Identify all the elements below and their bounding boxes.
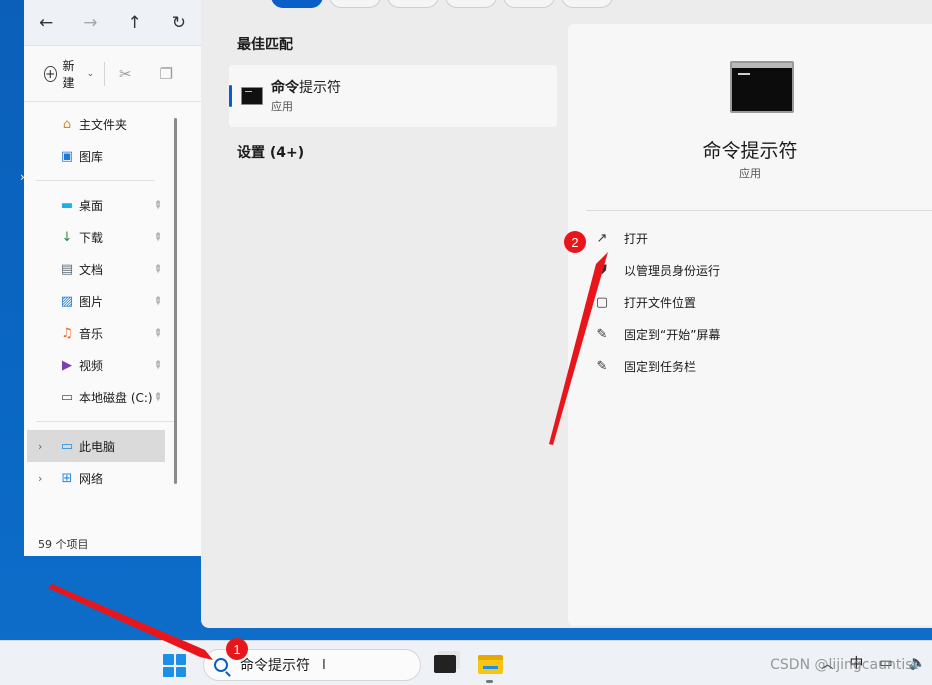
back-arrow-icon[interactable]: ← (24, 0, 68, 46)
action-item[interactable]: ⛊ 以管理员身份运行 (592, 254, 720, 286)
detail-app-type: 应用 (739, 167, 761, 180)
home-icon: ⌂ (62, 116, 72, 132)
result-name: 命令提示符 (271, 80, 341, 96)
windows-start-icon[interactable] (163, 654, 186, 677)
app-detail-pane: 命令提示符 应用 ↗ 打开 ⛊ 以管理员身份运行 ▢ 打开文件位置 ✎ 固定到“开始”屏幕 ✎ 固… (568, 24, 932, 626)
forward-arrow-icon[interactable]: → (68, 0, 112, 46)
action-item[interactable]: ✎ 固定到“开始”屏幕 (592, 318, 721, 350)
video-icon: ▶ (62, 357, 72, 373)
command-prompt-icon (241, 87, 263, 105)
settings-heading[interactable]: 设置 (4+) (237, 142, 304, 162)
annotation-badge-2: 2 (564, 231, 586, 253)
plus-icon: + (44, 65, 57, 82)
pictures-icon: ▨ (60, 293, 74, 309)
pin-icon: ✎ (149, 294, 164, 308)
action-item[interactable]: ↗ 打开 (592, 222, 720, 254)
filter-tab[interactable] (329, 0, 381, 8)
filter-tab-all[interactable] (271, 0, 323, 8)
nav-item-label: 下载 (79, 230, 104, 245)
search-flyout: 最佳匹配 命令提示符 应用 设置 (4+) 命令提示符 应用 ↗ 打开 ⛊ 以管理员身… (201, 0, 932, 628)
toolbar-divider (104, 61, 105, 86)
detail-divider (586, 210, 932, 211)
drive-icon: ▭ (60, 389, 74, 405)
download-icon: ↓ (61, 229, 73, 245)
terminal-taskbar-icon[interactable] (434, 655, 456, 673)
new-button-label: 新建 (62, 58, 75, 90)
folder-icon: ▢ (595, 294, 609, 310)
music-icon: ♫ (61, 325, 73, 341)
action-list: ↗ 打开 ⛊ 以管理员身份运行 ▢ 打开文件位置 ✎ 固定到“开始”屏幕 ✎ 固定到任务栏 (592, 222, 721, 382)
file-explorer-window: ← → ↑ ↻ + 新建 ⌄ ✂ ❐ ⌂ 主文件夹 ▣ 图库 ▬ 桌面 ✎ ↓ 下载 ✎ ▤ 文档 ✎… (24, 0, 202, 556)
copy-icon[interactable]: ❐ (160, 65, 173, 83)
annotation-badge-1: 1 (226, 638, 248, 660)
nav-item[interactable]: › ▭ 此电脑 (27, 430, 165, 462)
nav-item-label: 此电脑 (79, 439, 116, 454)
computer-icon: ▭ (60, 438, 74, 454)
nav-item-label: 文档 (79, 262, 104, 277)
action-item[interactable]: ▢ 打开文件位置 (592, 286, 720, 318)
filter-tab[interactable] (561, 0, 613, 8)
explorer-nav-bar: ← → ↑ ↻ (24, 0, 201, 46)
action-label: 打开 (624, 231, 649, 246)
nav-item-label: 桌面 (79, 198, 104, 213)
chevron-down-icon: ⌄ (86, 68, 95, 79)
filter-tab[interactable] (503, 0, 555, 8)
pin-icon: ✎ (149, 262, 164, 276)
pin-icon: ✎ (149, 198, 164, 212)
nav-item-label: 网络 (79, 471, 104, 486)
nav-divider (36, 180, 155, 181)
cut-icon[interactable]: ✂ (119, 65, 132, 83)
nav-item-label: 主文件夹 (79, 117, 128, 132)
pin-icon: ✎ (596, 358, 608, 374)
running-indicator (486, 680, 493, 683)
gallery-icon: ▣ (60, 148, 74, 164)
text-cursor-icon: I (322, 657, 326, 673)
open-external-icon: ↗ (596, 230, 608, 246)
up-arrow-icon[interactable]: ↑ (113, 0, 157, 46)
pin-icon: ✎ (149, 358, 164, 372)
selection-indicator (229, 85, 232, 107)
watermark: CSDN @lijingcauntist (770, 657, 918, 673)
network-icon: ⊞ (61, 470, 73, 486)
explorer-toolbar: + 新建 ⌄ ✂ ❐ (24, 46, 201, 102)
search-icon (214, 658, 228, 672)
nav-divider (36, 421, 177, 422)
shield-icon: ⛊ (597, 262, 607, 278)
search-filter-tabs (271, 0, 613, 8)
action-label: 固定到“开始”屏幕 (624, 327, 721, 342)
best-match-heading: 最佳匹配 (237, 37, 293, 53)
command-prompt-large-icon (730, 61, 794, 113)
desktop-icon: ▬ (60, 197, 74, 213)
expand-chevron-icon[interactable]: › (38, 440, 42, 453)
search-query: 命令提示符 (240, 658, 310, 674)
refresh-icon[interactable]: ↻ (157, 0, 201, 46)
scrollbar[interactable] (174, 118, 177, 484)
action-label: 固定到任务栏 (624, 359, 697, 374)
nav-item-label: 视频 (79, 358, 104, 373)
expand-chevron-icon[interactable]: › (38, 472, 42, 485)
nav-item-label: 图库 (79, 149, 104, 164)
pin-icon: ✎ (596, 326, 608, 342)
file-explorer-taskbar-icon[interactable] (478, 655, 503, 674)
document-icon: ▤ (60, 261, 74, 277)
action-item[interactable]: ✎ 固定到任务栏 (592, 350, 720, 382)
nav-item-label: 音乐 (79, 326, 104, 341)
detail-app-name: 命令提示符 (702, 140, 798, 162)
action-label: 打开文件位置 (624, 295, 697, 310)
result-type: 应用 (271, 100, 293, 113)
filter-tab[interactable] (445, 0, 497, 8)
new-button[interactable]: + 新建 ⌄ (44, 57, 94, 91)
status-bar: 59 个项目 (24, 532, 201, 556)
navigation-pane: ⌂ 主文件夹 ▣ 图库 ▬ 桌面 ✎ ↓ 下载 ✎ ▤ 文档 ✎ ▨ 图片 ✎ ♫ 音乐 ✎ ▶ 视频 ✎ ▭ 本地磁盘 (… (24, 102, 201, 532)
pin-icon: ✎ (149, 230, 164, 244)
nav-item-label: 图片 (79, 294, 104, 309)
pin-icon: ✎ (149, 326, 164, 340)
best-match-result[interactable]: 命令提示符 应用 (229, 65, 557, 127)
filter-tab[interactable] (387, 0, 439, 8)
action-label: 以管理员身份运行 (624, 263, 721, 278)
nav-item-label: 本地磁盘 (C:) (79, 390, 153, 405)
